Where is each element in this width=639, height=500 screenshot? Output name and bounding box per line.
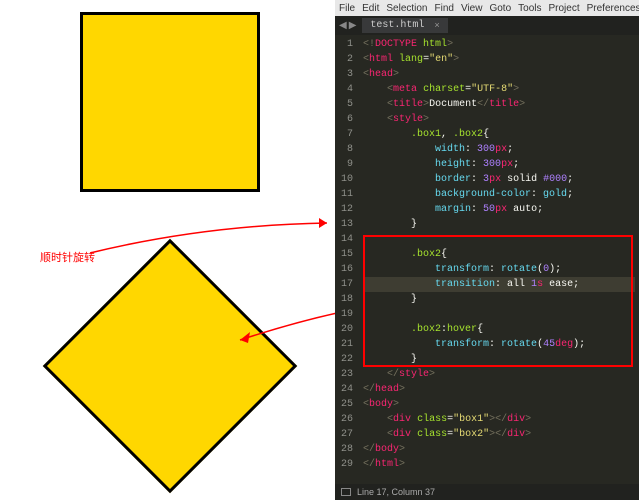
line-number: 1 <box>339 37 353 52</box>
tab-bar: ◀ ▶ test.html × <box>335 16 639 35</box>
code-line[interactable]: margin: 50px auto; <box>363 202 635 217</box>
nav-arrows: ◀ ▶ <box>339 20 356 32</box>
line-number: 12 <box>339 202 353 217</box>
code-line[interactable]: <div class="box2"></div> <box>363 427 635 442</box>
line-number: 15 <box>339 247 353 262</box>
line-number: 17 <box>339 277 353 292</box>
line-number: 10 <box>339 172 353 187</box>
code-line[interactable]: <!DOCTYPE html> <box>363 37 635 52</box>
menu-view[interactable]: View <box>461 3 483 14</box>
line-number: 16 <box>339 262 353 277</box>
line-number: 28 <box>339 442 353 457</box>
code-line[interactable]: } <box>363 292 635 307</box>
close-icon[interactable]: × <box>434 21 439 31</box>
code-line[interactable]: transform: rotate(45deg); <box>363 337 635 352</box>
line-number: 5 <box>339 97 353 112</box>
code-line[interactable]: </body> <box>363 442 635 457</box>
line-number: 29 <box>339 457 353 472</box>
line-number: 7 <box>339 127 353 142</box>
line-number: 2 <box>339 52 353 67</box>
line-number: 3 <box>339 67 353 82</box>
code-line[interactable]: </style> <box>363 367 635 382</box>
code-area[interactable]: 1234567891011121314151617181920212223242… <box>335 35 639 484</box>
nav-forward-icon[interactable]: ▶ <box>349 20 357 32</box>
cursor-position: Line 17, Column 37 <box>357 487 435 497</box>
code-line[interactable]: transform: rotate(0); <box>363 262 635 277</box>
line-number: 23 <box>339 367 353 382</box>
code-line[interactable]: background-color: gold; <box>363 187 635 202</box>
code-line[interactable]: <body> <box>363 397 635 412</box>
line-number: 8 <box>339 142 353 157</box>
menu-goto[interactable]: Goto <box>489 3 511 14</box>
annotation-arrow-1 <box>85 215 335 265</box>
line-number: 9 <box>339 157 353 172</box>
menu-edit[interactable]: Edit <box>362 3 379 14</box>
code-content[interactable]: <!DOCTYPE html><html lang="en"><head> <m… <box>359 35 639 484</box>
code-line[interactable]: <head> <box>363 67 635 82</box>
code-line[interactable]: border: 3px solid #000; <box>363 172 635 187</box>
menu-project[interactable]: Project <box>549 3 580 14</box>
menu-tools[interactable]: Tools <box>518 3 541 14</box>
line-number: 4 <box>339 82 353 97</box>
code-line[interactable]: .box2:hover{ <box>363 322 635 337</box>
code-line[interactable]: <style> <box>363 112 635 127</box>
status-bar: Line 17, Column 37 <box>335 484 639 500</box>
menu-file[interactable]: File <box>339 3 355 14</box>
menu-bar: File Edit Selection Find View Goto Tools Projec… <box>335 0 639 16</box>
line-number: 11 <box>339 187 353 202</box>
line-number: 24 <box>339 382 353 397</box>
code-line[interactable]: transition: all 1s ease; <box>363 277 635 292</box>
code-line[interactable]: <html lang="en"> <box>363 52 635 67</box>
code-line[interactable]: <meta charset="UTF-8"> <box>363 82 635 97</box>
menu-preferences[interactable]: Preferences <box>587 3 639 14</box>
code-editor: File Edit Selection Find View Goto Tools Projec… <box>335 0 639 500</box>
line-number: 19 <box>339 307 353 322</box>
file-tab[interactable]: test.html × <box>362 18 447 33</box>
panel-icon[interactable] <box>341 488 351 496</box>
annotation-label: 顺时针旋转 <box>40 249 95 265</box>
line-number: 18 <box>339 292 353 307</box>
code-line[interactable]: <div class="box1"></div> <box>363 412 635 427</box>
code-line[interactable]: </head> <box>363 382 635 397</box>
preview-box2 <box>43 239 298 494</box>
nav-back-icon[interactable]: ◀ <box>339 20 347 32</box>
preview-box1 <box>80 12 260 192</box>
preview-pane: 顺时针旋转 <box>0 0 335 500</box>
code-line[interactable]: width: 300px; <box>363 142 635 157</box>
menu-find[interactable]: Find <box>435 3 454 14</box>
line-number: 21 <box>339 337 353 352</box>
line-number: 22 <box>339 352 353 367</box>
code-line[interactable]: <title>Document</title> <box>363 97 635 112</box>
line-number: 20 <box>339 322 353 337</box>
code-line[interactable]: } <box>363 217 635 232</box>
code-line[interactable]: .box1, .box2{ <box>363 127 635 142</box>
tab-label: test.html <box>370 20 424 31</box>
code-line[interactable]: </html> <box>363 457 635 472</box>
code-line[interactable]: .box2{ <box>363 247 635 262</box>
line-number: 13 <box>339 217 353 232</box>
line-number: 6 <box>339 112 353 127</box>
code-line[interactable]: } <box>363 352 635 367</box>
line-number: 25 <box>339 397 353 412</box>
line-number: 26 <box>339 412 353 427</box>
code-line[interactable]: height: 300px; <box>363 157 635 172</box>
menu-selection[interactable]: Selection <box>386 3 427 14</box>
line-gutter: 1234567891011121314151617181920212223242… <box>335 35 359 484</box>
code-line[interactable] <box>363 232 635 247</box>
line-number: 27 <box>339 427 353 442</box>
line-number: 14 <box>339 232 353 247</box>
code-line[interactable] <box>363 307 635 322</box>
